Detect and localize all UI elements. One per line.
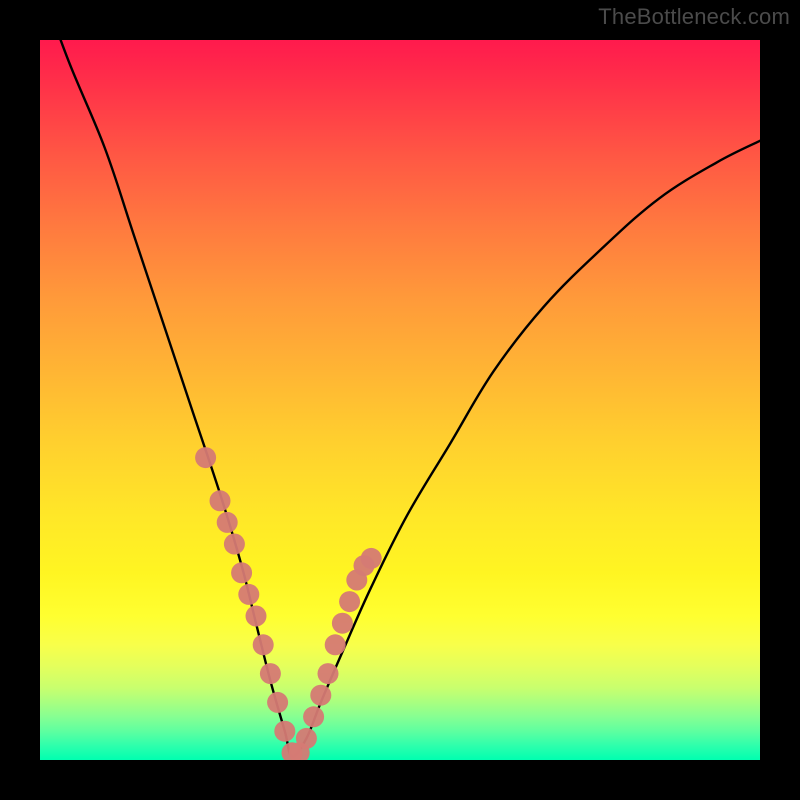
data-marker: [246, 606, 267, 627]
data-marker: [361, 548, 382, 569]
data-marker: [296, 728, 317, 749]
data-marker: [231, 562, 252, 583]
data-marker: [274, 721, 295, 742]
data-marker: [310, 685, 331, 706]
bottleneck-curve-path: [40, 40, 760, 757]
data-marker: [253, 634, 274, 655]
data-marker: [260, 663, 281, 684]
data-marker: [318, 663, 339, 684]
data-marker: [195, 447, 216, 468]
data-marker: [332, 613, 353, 634]
curve-layer: [40, 40, 760, 760]
watermark-text: TheBottleneck.com: [598, 4, 790, 30]
data-marker: [267, 692, 288, 713]
curve-markers: [195, 447, 382, 760]
data-marker: [217, 512, 238, 533]
chart-frame: TheBottleneck.com: [0, 0, 800, 800]
data-marker: [303, 706, 324, 727]
bottleneck-curve: [40, 40, 760, 757]
data-marker: [325, 634, 346, 655]
data-marker: [224, 534, 245, 555]
data-marker: [210, 490, 231, 511]
plot-area: [40, 40, 760, 760]
data-marker: [238, 584, 259, 605]
data-marker: [339, 591, 360, 612]
